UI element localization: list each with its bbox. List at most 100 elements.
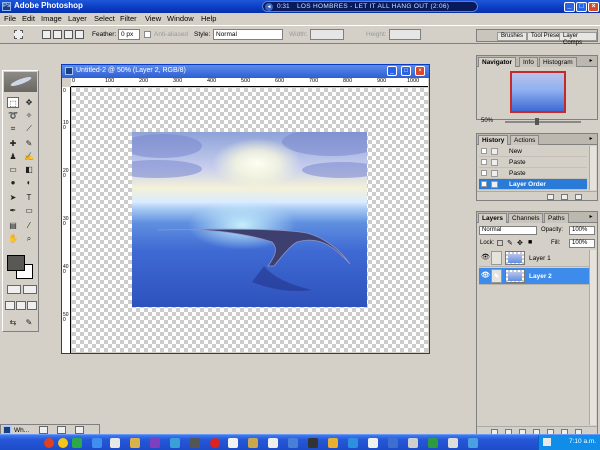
media-prev-icon[interactable]: ◄ [265, 3, 273, 11]
ocean-whale-tail-image[interactable] [132, 132, 367, 307]
history-source-box[interactable] [481, 148, 487, 154]
quicklaunch-icon[interactable] [170, 438, 180, 448]
history-item[interactable]: Paste [479, 157, 587, 168]
quicklaunch-icon[interactable] [428, 438, 438, 448]
menu-help[interactable]: Help [201, 14, 216, 23]
tab-histogram[interactable]: Histogram [539, 57, 577, 67]
screen-mode-full-icon[interactable] [27, 301, 37, 310]
close-icon[interactable] [75, 426, 84, 434]
quicklaunch-icon[interactable] [288, 438, 298, 448]
menu-file[interactable]: File [4, 14, 16, 23]
quicklaunch-icon[interactable] [44, 438, 54, 448]
standard-mode-icon[interactable] [7, 285, 21, 294]
quicklaunch-icon[interactable] [150, 438, 160, 448]
marquee-preset-icon[interactable] [14, 30, 23, 39]
navigator-zoom-slider[interactable] [505, 121, 581, 123]
quicklaunch-icon[interactable] [58, 438, 68, 448]
layer-name[interactable]: Layer 2 [529, 273, 552, 280]
doc-minimize-button[interactable]: _ [387, 66, 397, 76]
menu-edit[interactable]: Edit [22, 14, 35, 23]
menu-layer[interactable]: Layer [68, 14, 87, 23]
quicklaunch-icon[interactable] [368, 438, 378, 448]
feather-input[interactable]: 0 px [118, 29, 140, 40]
tab-info[interactable]: Info [519, 57, 538, 67]
blur-tool-icon[interactable]: ● [7, 177, 19, 188]
minimize-button[interactable]: _ [564, 2, 575, 12]
quicklaunch-icon[interactable] [268, 438, 278, 448]
antialiased-checkbox[interactable] [144, 31, 151, 38]
height-input[interactable] [389, 29, 421, 40]
new-snapshot-icon[interactable] [561, 194, 568, 200]
zoom-tool-icon[interactable]: ⌕ [23, 233, 35, 244]
lock-move-icon[interactable]: ✥ [517, 239, 523, 247]
path-selection-icon[interactable]: ➤ [7, 192, 19, 203]
tab-channels[interactable]: Channels [508, 213, 544, 223]
eyedropper-icon[interactable]: ⁄ [23, 220, 35, 231]
vertical-ruler[interactable]: 0 100 200 300 400 500 [62, 87, 71, 353]
quicklaunch-icon[interactable] [92, 438, 102, 448]
subtract-selection-icon[interactable] [64, 30, 73, 39]
menu-view[interactable]: View [145, 14, 161, 23]
document-titlebar[interactable]: Untitled-2 @ 50% (Layer 2, RGB/8) _ □ × [62, 65, 429, 78]
doc-close-button[interactable]: × [415, 66, 425, 76]
jump-to-imageready-icon[interactable]: ⇆ [7, 317, 19, 328]
menu-select[interactable]: Select [94, 14, 115, 23]
horizontal-ruler[interactable]: 0 100 200 300 400 500 600 700 800 900 10… [71, 78, 428, 87]
slice-tool-icon[interactable]: ⟋ [23, 123, 35, 134]
marquee-tool-icon[interactable]: ⬚ [7, 97, 19, 108]
layer-link-box[interactable] [491, 251, 502, 265]
style-select[interactable]: Normal [213, 29, 283, 40]
maximize-icon[interactable] [57, 426, 66, 434]
quicklaunch-icon[interactable] [228, 438, 238, 448]
magic-wand-icon[interactable]: ✧ [23, 110, 35, 121]
quicklaunch-icon[interactable] [448, 438, 458, 448]
clock[interactable]: 7:10 a.m. [569, 438, 596, 445]
intersect-selection-icon[interactable] [75, 30, 84, 39]
hand-tool-icon[interactable]: ✋ [7, 233, 19, 244]
move-tool-icon[interactable]: ✥ [23, 97, 35, 108]
layer-row[interactable]: 👁 Layer 1 [479, 250, 595, 267]
quicklaunch-icon[interactable] [248, 438, 258, 448]
panel-menu-icon[interactable]: ▸ [587, 136, 595, 143]
add-selection-icon[interactable] [53, 30, 62, 39]
new-document-icon[interactable] [547, 194, 554, 200]
width-input[interactable] [310, 29, 344, 40]
tab-layers[interactable]: Layers [478, 213, 507, 223]
tab-navigator[interactable]: Navigator [478, 57, 516, 67]
quicklaunch-icon[interactable] [328, 438, 338, 448]
trash-icon[interactable] [575, 194, 582, 200]
screen-mode-full-menu-icon[interactable] [16, 301, 26, 310]
menu-window[interactable]: Window [167, 14, 194, 23]
lock-all-icon[interactable]: ■ [528, 239, 532, 246]
history-item-selected[interactable]: Layer Order [479, 179, 587, 190]
quicklaunch-icon[interactable] [468, 438, 478, 448]
fill-input[interactable]: 100% [569, 239, 595, 248]
tab-paths[interactable]: Paths [544, 213, 569, 223]
photoshop-feather-logo[interactable] [4, 72, 37, 92]
layer-visibility-icon[interactable]: 👁 [481, 254, 490, 262]
menu-image[interactable]: Image [41, 14, 62, 23]
menu-filter[interactable]: Filter [120, 14, 137, 23]
transparent-canvas[interactable] [72, 88, 428, 352]
edit-in-imageready-icon[interactable]: ✎ [23, 317, 35, 328]
brush-tool-icon[interactable]: ✎ [23, 138, 35, 149]
eraser-tool-icon[interactable]: ▭ [7, 164, 19, 175]
blend-mode-select[interactable]: Normal [479, 226, 537, 235]
quicklaunch-icon[interactable] [190, 438, 200, 448]
restore-icon[interactable] [39, 426, 48, 434]
layer-visibility-icon[interactable]: 👁 [481, 272, 490, 280]
layer-brush-icon[interactable]: ✎ [491, 269, 502, 283]
media-player-bar[interactable]: ◄ 0:31 LOS HOMBRES - LET IT ALL HANG OUT… [262, 1, 478, 12]
crop-tool-icon[interactable]: ⌗ [7, 123, 19, 134]
screen-mode-standard-icon[interactable] [5, 301, 15, 310]
layers-scrollbar[interactable] [589, 250, 596, 425]
pen-tool-icon[interactable]: ✒ [7, 205, 19, 216]
well-tab-layer-comps[interactable]: Layer Comps [559, 32, 597, 46]
quicklaunch-icon[interactable] [110, 438, 120, 448]
clone-stamp-icon[interactable]: ♟ [7, 151, 19, 162]
rectangle-tool-icon[interactable]: ▭ [23, 205, 35, 216]
panel-menu-icon[interactable]: ▸ [587, 58, 595, 65]
tab-history[interactable]: History [478, 135, 509, 145]
type-tool-icon[interactable]: T [23, 192, 35, 203]
navigator-zoom-value[interactable]: 50% [481, 118, 493, 124]
